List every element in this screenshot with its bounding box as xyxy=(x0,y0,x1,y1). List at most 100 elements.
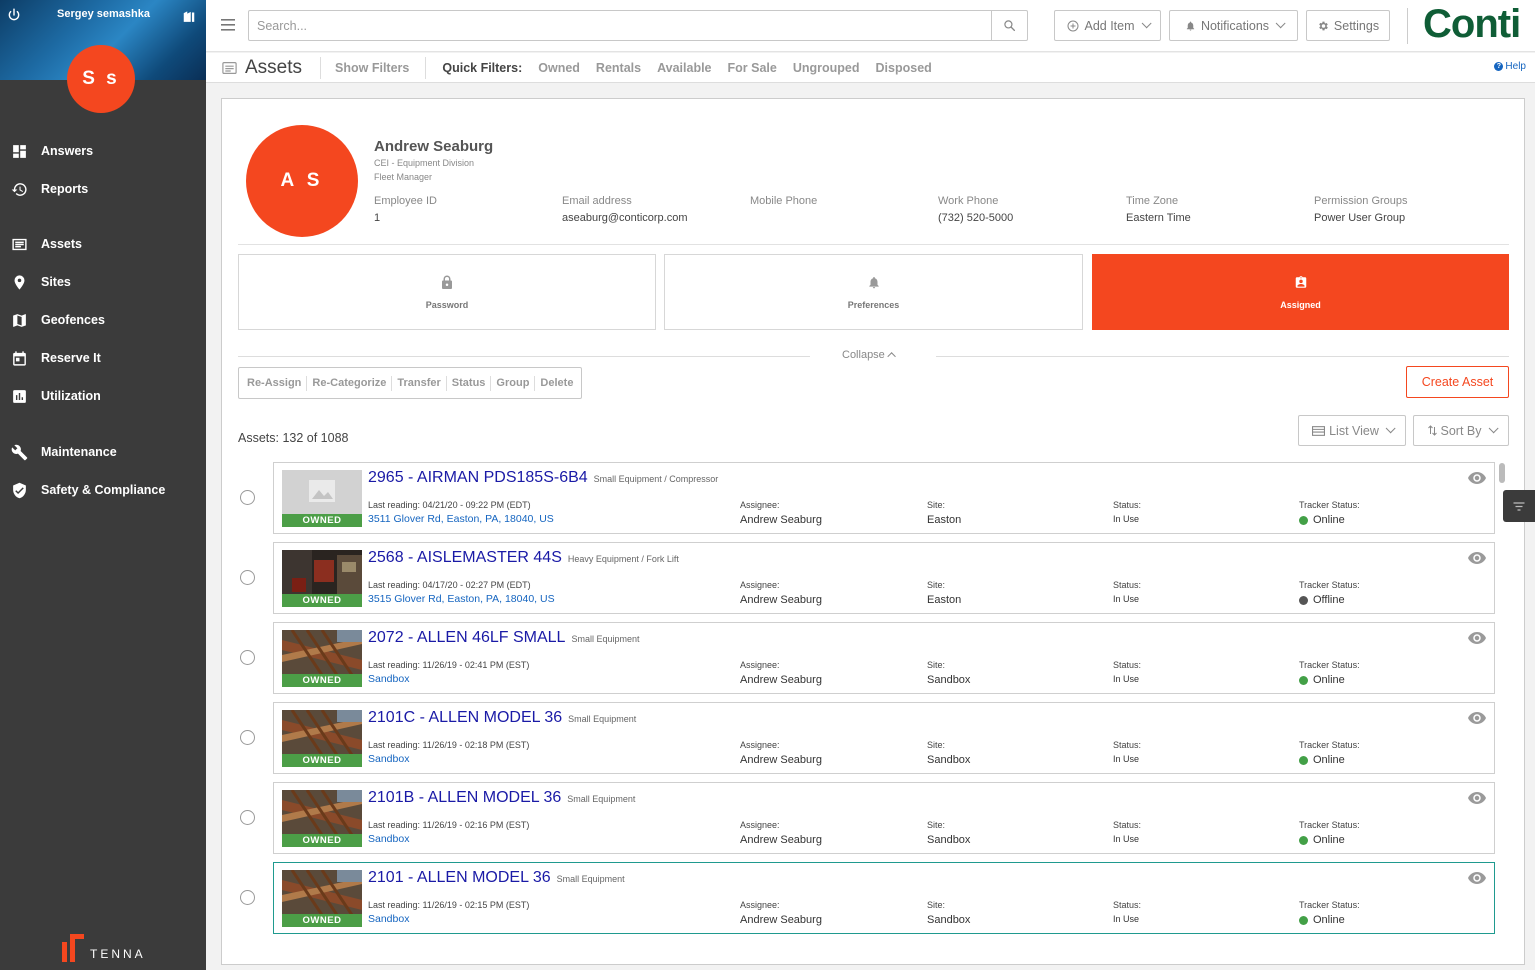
asset-card[interactable]: OWNED 2101 - ALLEN MODEL 36 Small Equipme… xyxy=(273,862,1495,934)
user-name: Sergey semashka xyxy=(57,8,150,20)
asset-title-link[interactable]: 2101B - ALLEN MODEL 36 Small Equipment xyxy=(368,789,635,807)
asset-location-link[interactable]: Sandbox xyxy=(368,833,409,845)
nav-item-reserve-it[interactable]: Reserve It xyxy=(0,339,206,377)
divider xyxy=(238,356,810,357)
nav-item-assets[interactable]: Assets xyxy=(0,225,206,263)
eye-icon[interactable] xyxy=(1468,632,1486,644)
delete-button[interactable]: Delete xyxy=(535,376,578,391)
scrollbar-thumb[interactable] xyxy=(1499,463,1505,483)
asset-location-link[interactable]: Sandbox xyxy=(368,753,409,765)
sort-by-label: Sort By xyxy=(1440,423,1482,438)
help-label: Help xyxy=(1505,61,1526,72)
sort-by-button[interactable]: Sort By xyxy=(1413,415,1509,446)
tracker-status-value: Online xyxy=(1299,754,1360,766)
asset-location-link[interactable]: Sandbox xyxy=(368,913,409,925)
quick-filter-available[interactable]: Available xyxy=(657,61,711,75)
eye-icon[interactable] xyxy=(1468,792,1486,804)
site-label: Site: xyxy=(927,500,946,510)
assignee-value: Andrew Seaburg xyxy=(740,834,822,846)
nav-item-answers[interactable]: Answers xyxy=(0,132,206,170)
user-avatar[interactable]: S s xyxy=(67,45,135,113)
location-pin-icon xyxy=(14,274,25,290)
search-input[interactable] xyxy=(249,11,991,40)
bar-chart-icon xyxy=(13,389,26,403)
asset-location-link[interactable]: 3511 Glover Rd, Easton, PA, 18040, US xyxy=(368,513,554,525)
nav-label: Answers xyxy=(41,144,94,158)
quick-filter-owned[interactable]: Owned xyxy=(538,61,580,75)
asset-thumbnail: OWNED xyxy=(282,870,362,927)
assets-list-icon xyxy=(222,61,237,74)
asset-card[interactable]: OWNED 2072 - ALLEN 46LF SMALL Small Equip… xyxy=(273,622,1495,694)
eye-icon[interactable] xyxy=(1468,872,1486,884)
owned-badge: OWNED xyxy=(282,674,362,687)
quick-filter-rentals[interactable]: Rentals xyxy=(596,61,641,75)
collapse-toggle[interactable]: Collapse xyxy=(842,349,896,361)
asset-select-radio[interactable] xyxy=(240,730,255,745)
asset-title-link[interactable]: 2101C - ALLEN MODEL 36 Small Equipment xyxy=(368,709,636,727)
preferences-card[interactable]: Preferences xyxy=(664,254,1083,330)
eye-icon[interactable] xyxy=(1468,712,1486,724)
nav-item-safety-compliance[interactable]: Safety & Compliance xyxy=(0,471,206,509)
field-label: Permission Groups xyxy=(1314,195,1408,207)
assigned-card[interactable]: Assigned xyxy=(1092,254,1509,330)
nav-group-maintenance: Maintenance Safety & Compliance xyxy=(0,433,206,509)
reassign-button[interactable]: Re-Assign xyxy=(242,375,308,391)
transfer-button[interactable]: Transfer xyxy=(392,375,447,391)
asset-card[interactable]: OWNED 2101B - ALLEN MODEL 36 Small Equipm… xyxy=(273,782,1495,854)
notifications-button[interactable]: Notifications xyxy=(1169,10,1298,41)
show-filters-link[interactable]: Show Filters xyxy=(335,61,409,75)
nav-item-reports[interactable]: Reports xyxy=(0,170,206,208)
quick-filter-disposed[interactable]: Disposed xyxy=(876,61,932,75)
site-value: Easton xyxy=(927,594,962,606)
asset-select-radio[interactable] xyxy=(240,890,255,905)
asset-card[interactable]: OWNED 2965 - AIRMAN PDS185S-6B4 Small Equ… xyxy=(273,462,1495,534)
asset-title-link[interactable]: 2072 - ALLEN 46LF SMALL Small Equipment xyxy=(368,629,640,647)
quick-filters-label: Quick Filters: xyxy=(442,60,523,75)
nav-item-sites[interactable]: Sites xyxy=(0,263,206,301)
nav-item-maintenance[interactable]: Maintenance xyxy=(0,433,206,471)
status-button[interactable]: Status xyxy=(447,375,492,391)
asset-title-link[interactable]: 2965 - AIRMAN PDS185S-6B4 Small Equipment… xyxy=(368,469,718,487)
tracker-status-column: Tracker Status: Online xyxy=(1299,740,1360,766)
nav-item-geofences[interactable]: Geofences xyxy=(0,301,206,339)
card-label: Password xyxy=(425,299,469,310)
eye-icon[interactable] xyxy=(1468,472,1486,484)
asset-location-link[interactable]: Sandbox xyxy=(368,673,409,685)
status-label: Status: xyxy=(1113,660,1142,670)
add-item-button[interactable]: Add Item xyxy=(1054,10,1161,41)
filter-list-icon xyxy=(1513,501,1525,511)
nav-item-utilization[interactable]: Utilization xyxy=(0,377,206,415)
asset-select-radio[interactable] xyxy=(240,570,255,585)
notifications-label: Notifications xyxy=(1200,18,1270,33)
asset-card[interactable]: OWNED 2568 - AISLEMASTER 44S Heavy Equipm… xyxy=(273,542,1495,614)
tracker-status-label: Tracker Status: xyxy=(1299,500,1360,510)
hamburger-menu-icon[interactable] xyxy=(221,19,235,31)
power-icon[interactable] xyxy=(7,8,21,22)
search-icon xyxy=(1004,20,1016,32)
filter-drawer-toggle[interactable] xyxy=(1503,490,1535,522)
building-icon[interactable] xyxy=(182,9,196,23)
asset-card[interactable]: OWNED 2101C - ALLEN MODEL 36 Small Equipm… xyxy=(273,702,1495,774)
tracker-status-value: Online xyxy=(1299,914,1360,926)
asset-title-link[interactable]: 2101 - ALLEN MODEL 36 Small Equipment xyxy=(368,869,625,887)
asset-title-link[interactable]: 2568 - AISLEMASTER 44S Heavy Equipment / … xyxy=(368,549,679,567)
tracker-status-dot xyxy=(1299,835,1308,845)
list-view-button[interactable]: List View xyxy=(1298,415,1406,446)
asset-select-radio[interactable] xyxy=(240,490,255,505)
lock-icon xyxy=(442,275,452,289)
status-label: Status: xyxy=(1113,820,1142,830)
eye-icon[interactable] xyxy=(1468,552,1486,564)
help-link[interactable]: ? Help xyxy=(1494,61,1526,72)
asset-location-link[interactable]: 3515 Glover Rd, Easton, PA, 18040, US xyxy=(368,593,555,605)
asset-select-radio[interactable] xyxy=(240,810,255,825)
scrollbar-track[interactable] xyxy=(1498,462,1506,942)
asset-select-radio[interactable] xyxy=(240,650,255,665)
create-asset-button[interactable]: Create Asset xyxy=(1406,366,1509,398)
quick-filter-ungrouped[interactable]: Ungrouped xyxy=(793,61,860,75)
group-button[interactable]: Group xyxy=(491,375,536,391)
password-card[interactable]: Password xyxy=(238,254,656,330)
settings-button[interactable]: Settings xyxy=(1306,10,1390,41)
quick-filter-for-sale[interactable]: For Sale xyxy=(728,61,777,75)
recategorize-button[interactable]: Re-Categorize xyxy=(307,375,393,391)
search-button[interactable] xyxy=(991,11,1027,40)
